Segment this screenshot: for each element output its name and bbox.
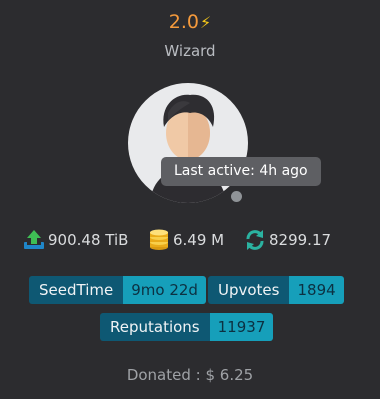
version-badge: 2.0⚡ [0,10,380,35]
ratio-value: 8299.17 [269,231,332,249]
last-active-tooltip: Last active: 4h ago [161,157,321,186]
sync-icon [246,230,264,250]
seedtime-badge: SeedTime 9mo 22d [29,276,206,304]
stats-row: 900.48 TiB 6.49 M 8299.17 [0,223,380,257]
badge-value: 9mo 22d [123,276,206,304]
status-dot [231,191,242,202]
badge-value: 1894 [289,276,344,304]
ratio-stat: 8299.17 [244,223,331,257]
upvotes-badge: Upvotes 1894 [208,276,344,304]
badge-label: Upvotes [208,276,290,304]
badge-label: Reputations [100,313,210,341]
coins-value: 6.49 M [173,231,225,249]
profile-card: 2.0⚡ Wizard Last active: 4h ago 900.48 T… [0,0,380,399]
coins-icon [150,229,168,250]
upload-icon [24,230,44,249]
upload-value: 900.48 TiB [48,231,129,249]
user-role: Wizard [164,42,216,60]
version-number: 2.0 [168,11,199,33]
bolt-icon: ⚡ [199,13,212,32]
upload-stat: 900.48 TiB [23,223,128,257]
reputations-badge: Reputations 11937 [100,313,274,341]
donation-text: Donated : $ 6.25 [126,366,254,384]
badge-label: SeedTime [29,276,124,304]
coins-stat: 6.49 M [148,223,224,257]
badge-value: 11937 [209,313,274,341]
